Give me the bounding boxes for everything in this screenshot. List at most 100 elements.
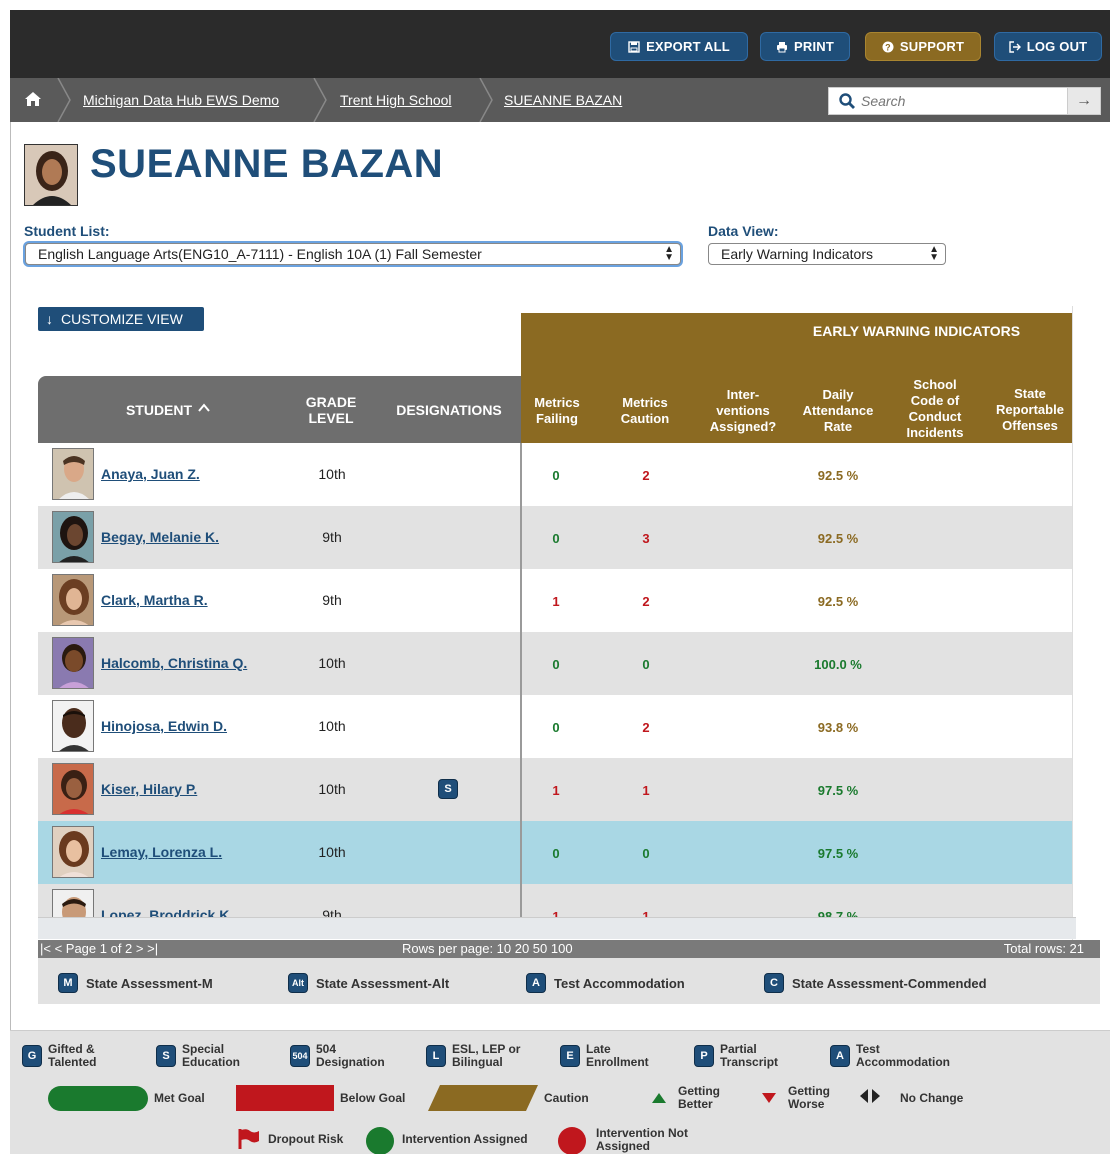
rows-per-page[interactable]: Rows per page: 10 20 50 100: [402, 941, 573, 956]
table-row[interactable]: Lopez, Broddrick K. 9th 1 1 98.7 %: [38, 884, 1072, 917]
legend-line: Getting: [788, 1084, 830, 1098]
search-submit-button[interactable]: →: [1067, 87, 1101, 115]
breadcrumb-item-student[interactable]: SUEANNE BAZAN: [504, 92, 622, 108]
grade-cell: 10th: [318, 781, 346, 797]
student-name-link[interactable]: Hinojosa, Edwin D.: [101, 718, 227, 734]
page-left-border: [10, 122, 11, 1030]
student-name-link[interactable]: Kiser, Hilary P.: [101, 781, 197, 797]
logout-label: LOG OUT: [1026, 39, 1088, 54]
student-name-link[interactable]: Anaya, Juan Z.: [101, 466, 200, 482]
legend-line: Worse: [788, 1097, 825, 1111]
breadcrumb-item-district[interactable]: Michigan Data Hub EWS Demo: [83, 92, 279, 108]
frozen-column-divider: [520, 443, 522, 917]
student-name-link[interactable]: Begay, Melanie K.: [101, 529, 219, 545]
grade-cell: 10th: [318, 844, 346, 860]
table-row[interactable]: Clark, Martha R. 9th 1 2 92.5 %: [38, 569, 1072, 632]
legend-line: Transcript: [720, 1055, 779, 1069]
support-button[interactable]: ? SUPPORT: [865, 32, 981, 61]
pagination-bar: |< < Page 1 of 2 > >| Rows per page: 10 …: [38, 940, 1100, 958]
search-input[interactable]: [861, 93, 1051, 109]
dropout-risk-label: Dropout Risk: [268, 1132, 344, 1146]
student-list-label: Student List:: [24, 223, 110, 239]
metrics-caution-cell: 2: [642, 594, 650, 609]
attendance-cell: 92.5 %: [817, 468, 859, 483]
getting-better-label: Getting Better: [678, 1085, 720, 1111]
grade-cell: 9th: [322, 907, 342, 917]
grade-cell: 10th: [318, 718, 346, 734]
legend-badge: M: [58, 973, 78, 993]
table-row[interactable]: Anaya, Juan Z. 10th 0 2 92.5 %: [38, 443, 1072, 506]
student-list-select[interactable]: English Language Arts(ENG10_A-7111) - En…: [25, 243, 681, 265]
print-button[interactable]: PRINT: [760, 32, 850, 61]
breadcrumb-separator-icon: [57, 78, 71, 122]
customize-view-button[interactable]: ↓ CUSTOMIZE VIEW: [38, 307, 204, 331]
home-icon[interactable]: [24, 91, 42, 107]
legend-line: Talented: [48, 1055, 97, 1069]
col-offenses[interactable]: State Reportable Offenses: [987, 386, 1073, 434]
legend-badge: P: [694, 1045, 714, 1067]
legend-badge: Alt: [288, 973, 308, 993]
col-conduct[interactable]: School Code of Conduct Incidents: [899, 377, 971, 441]
legend-label: State Assessment-Alt: [316, 975, 450, 991]
col-designations[interactable]: DESIGNATIONS: [384, 402, 514, 418]
col-attendance[interactable]: Daily Attendance Rate: [795, 387, 881, 435]
assessment-legend: M State Assessment-M Alt State Assessmen…: [38, 958, 1100, 1004]
metrics-caution-cell: 3: [642, 531, 650, 546]
attendance-cell: 97.5 %: [817, 846, 859, 861]
metrics-caution-cell: 0: [642, 846, 650, 861]
attendance-cell: 100.0 %: [814, 657, 862, 672]
student-thumbnail: [52, 511, 94, 563]
intervention-not-assigned-swatch: [558, 1127, 586, 1154]
getting-better-icon: [652, 1093, 666, 1103]
metrics-caution-cell: 1: [642, 909, 650, 917]
attendance-cell: 93.8 %: [817, 720, 859, 735]
student-thumbnail: [52, 700, 94, 752]
vertical-scrollbar[interactable]: [1072, 306, 1102, 940]
table-row[interactable]: Halcomb, Christina Q. 10th 0 0 100.0 %: [38, 632, 1072, 695]
logout-button[interactable]: LOG OUT: [994, 32, 1102, 61]
table-row[interactable]: Hinojosa, Edwin D. 10th 0 2 93.8 %: [38, 695, 1072, 758]
student-table: Anaya, Juan Z. 10th 0 2 92.5 % Begay, Me…: [38, 443, 1072, 917]
attendance-cell: 92.5 %: [817, 531, 859, 546]
caution-swatch: [428, 1085, 538, 1111]
student-name-link[interactable]: Clark, Martha R.: [101, 592, 208, 608]
student-thumbnail: [52, 574, 94, 626]
student-name-link[interactable]: Lemay, Lorenza L.: [101, 844, 222, 860]
table-row[interactable]: Kiser, Hilary P. 10th S 1 1 97.5 %: [38, 758, 1072, 821]
student-name-link[interactable]: Lopez, Broddrick K.: [101, 907, 233, 917]
legend-designation-504: 504 504 Designation: [290, 1043, 385, 1069]
print-icon: [777, 41, 787, 52]
metrics-failing-cell: 0: [552, 720, 560, 735]
select-arrows-icon: ▲ ▼: [664, 244, 674, 263]
designation-badge-special-education: S: [438, 779, 458, 799]
col-grade[interactable]: GRADE LEVEL: [296, 394, 366, 426]
col-student-label: STUDENT: [125, 402, 193, 418]
legend-designation-esl: L ESL, LEP or Bilingual: [426, 1043, 520, 1069]
metrics-failing-cell: 1: [552, 909, 560, 917]
legend-line: Bilingual: [452, 1055, 503, 1069]
student-avatar: [24, 144, 78, 206]
horizontal-scrollbar[interactable]: [38, 917, 1076, 939]
table-row-selected[interactable]: Lemay, Lorenza L. 10th 0 0 97.5 %: [38, 821, 1072, 884]
student-name-link[interactable]: Halcomb, Christina Q.: [101, 655, 247, 671]
col-metrics-caution[interactable]: Metrics Caution: [609, 395, 681, 427]
below-goal-swatch: [236, 1085, 334, 1111]
table-row[interactable]: Begay, Melanie K. 9th 0 3 92.5 %: [38, 506, 1072, 569]
col-student[interactable]: STUDENT: [118, 402, 218, 418]
support-label: SUPPORT: [899, 39, 965, 54]
below-goal-label: Below Goal: [340, 1091, 406, 1105]
met-goal-label: Met Goal: [154, 1091, 205, 1105]
top-toolbar: EXPORT ALL PRINT ? SUPPORT LOG OUT: [10, 10, 1110, 78]
legend-designation-special-education: S Special Education: [156, 1043, 240, 1069]
export-all-button[interactable]: EXPORT ALL: [610, 32, 748, 61]
customize-view-label: CUSTOMIZE VIEW: [61, 311, 183, 327]
col-interventions[interactable]: Inter- ventions Assigned?: [703, 387, 783, 435]
metrics-caution-cell: 2: [642, 468, 650, 483]
breadcrumb-item-school[interactable]: Trent High School: [340, 92, 452, 108]
col-metrics-failing[interactable]: Metrics Failing: [521, 395, 593, 427]
page-navigation[interactable]: |< < Page 1 of 2 > >|: [40, 941, 158, 956]
data-view-select[interactable]: Early Warning Indicators ▲ ▼: [708, 243, 946, 265]
attendance-cell: 92.5 %: [817, 594, 859, 609]
legend-line: ESL, LEP or: [452, 1042, 521, 1056]
legend-line: Test: [856, 1042, 880, 1056]
